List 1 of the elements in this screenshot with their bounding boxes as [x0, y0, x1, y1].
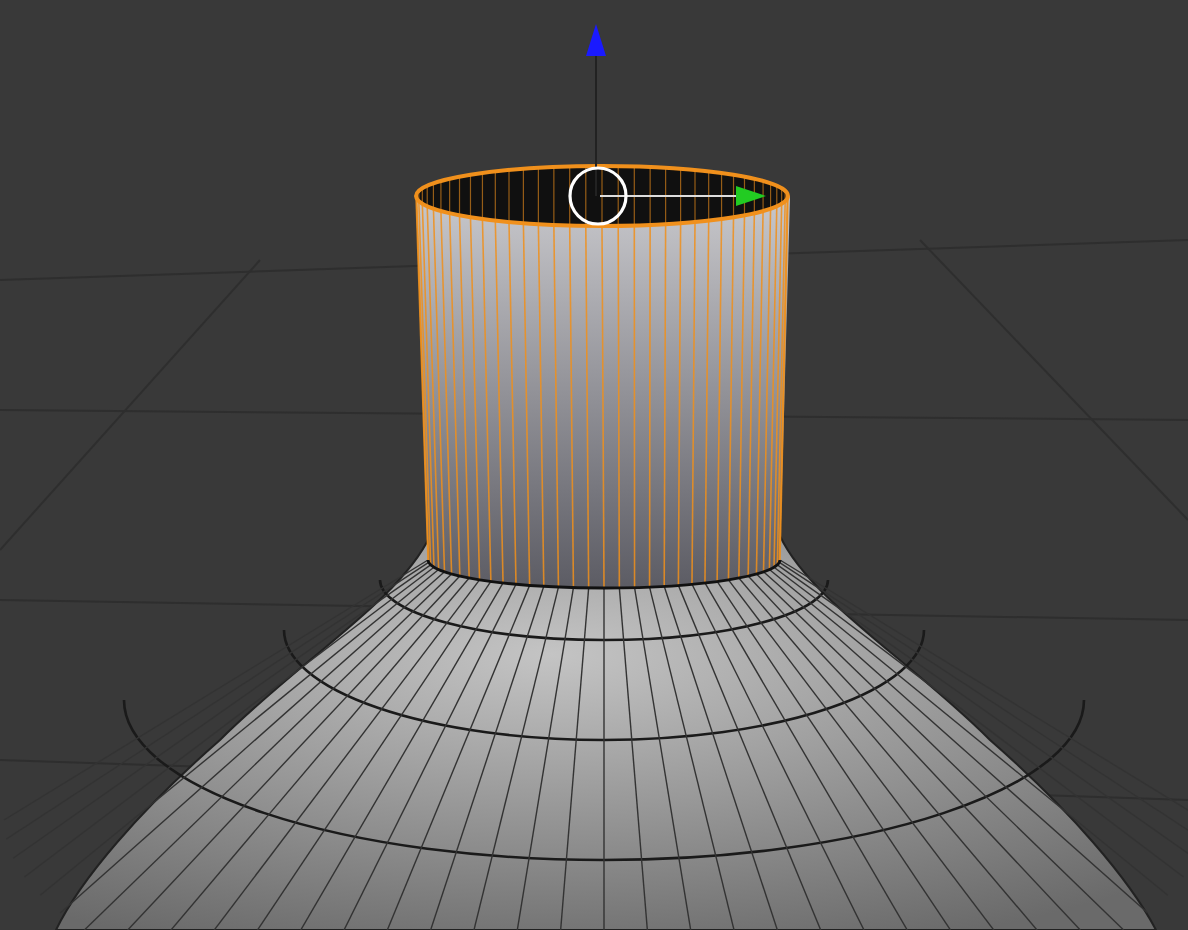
transform-gizmo-drawing[interactable] — [568, 24, 766, 226]
